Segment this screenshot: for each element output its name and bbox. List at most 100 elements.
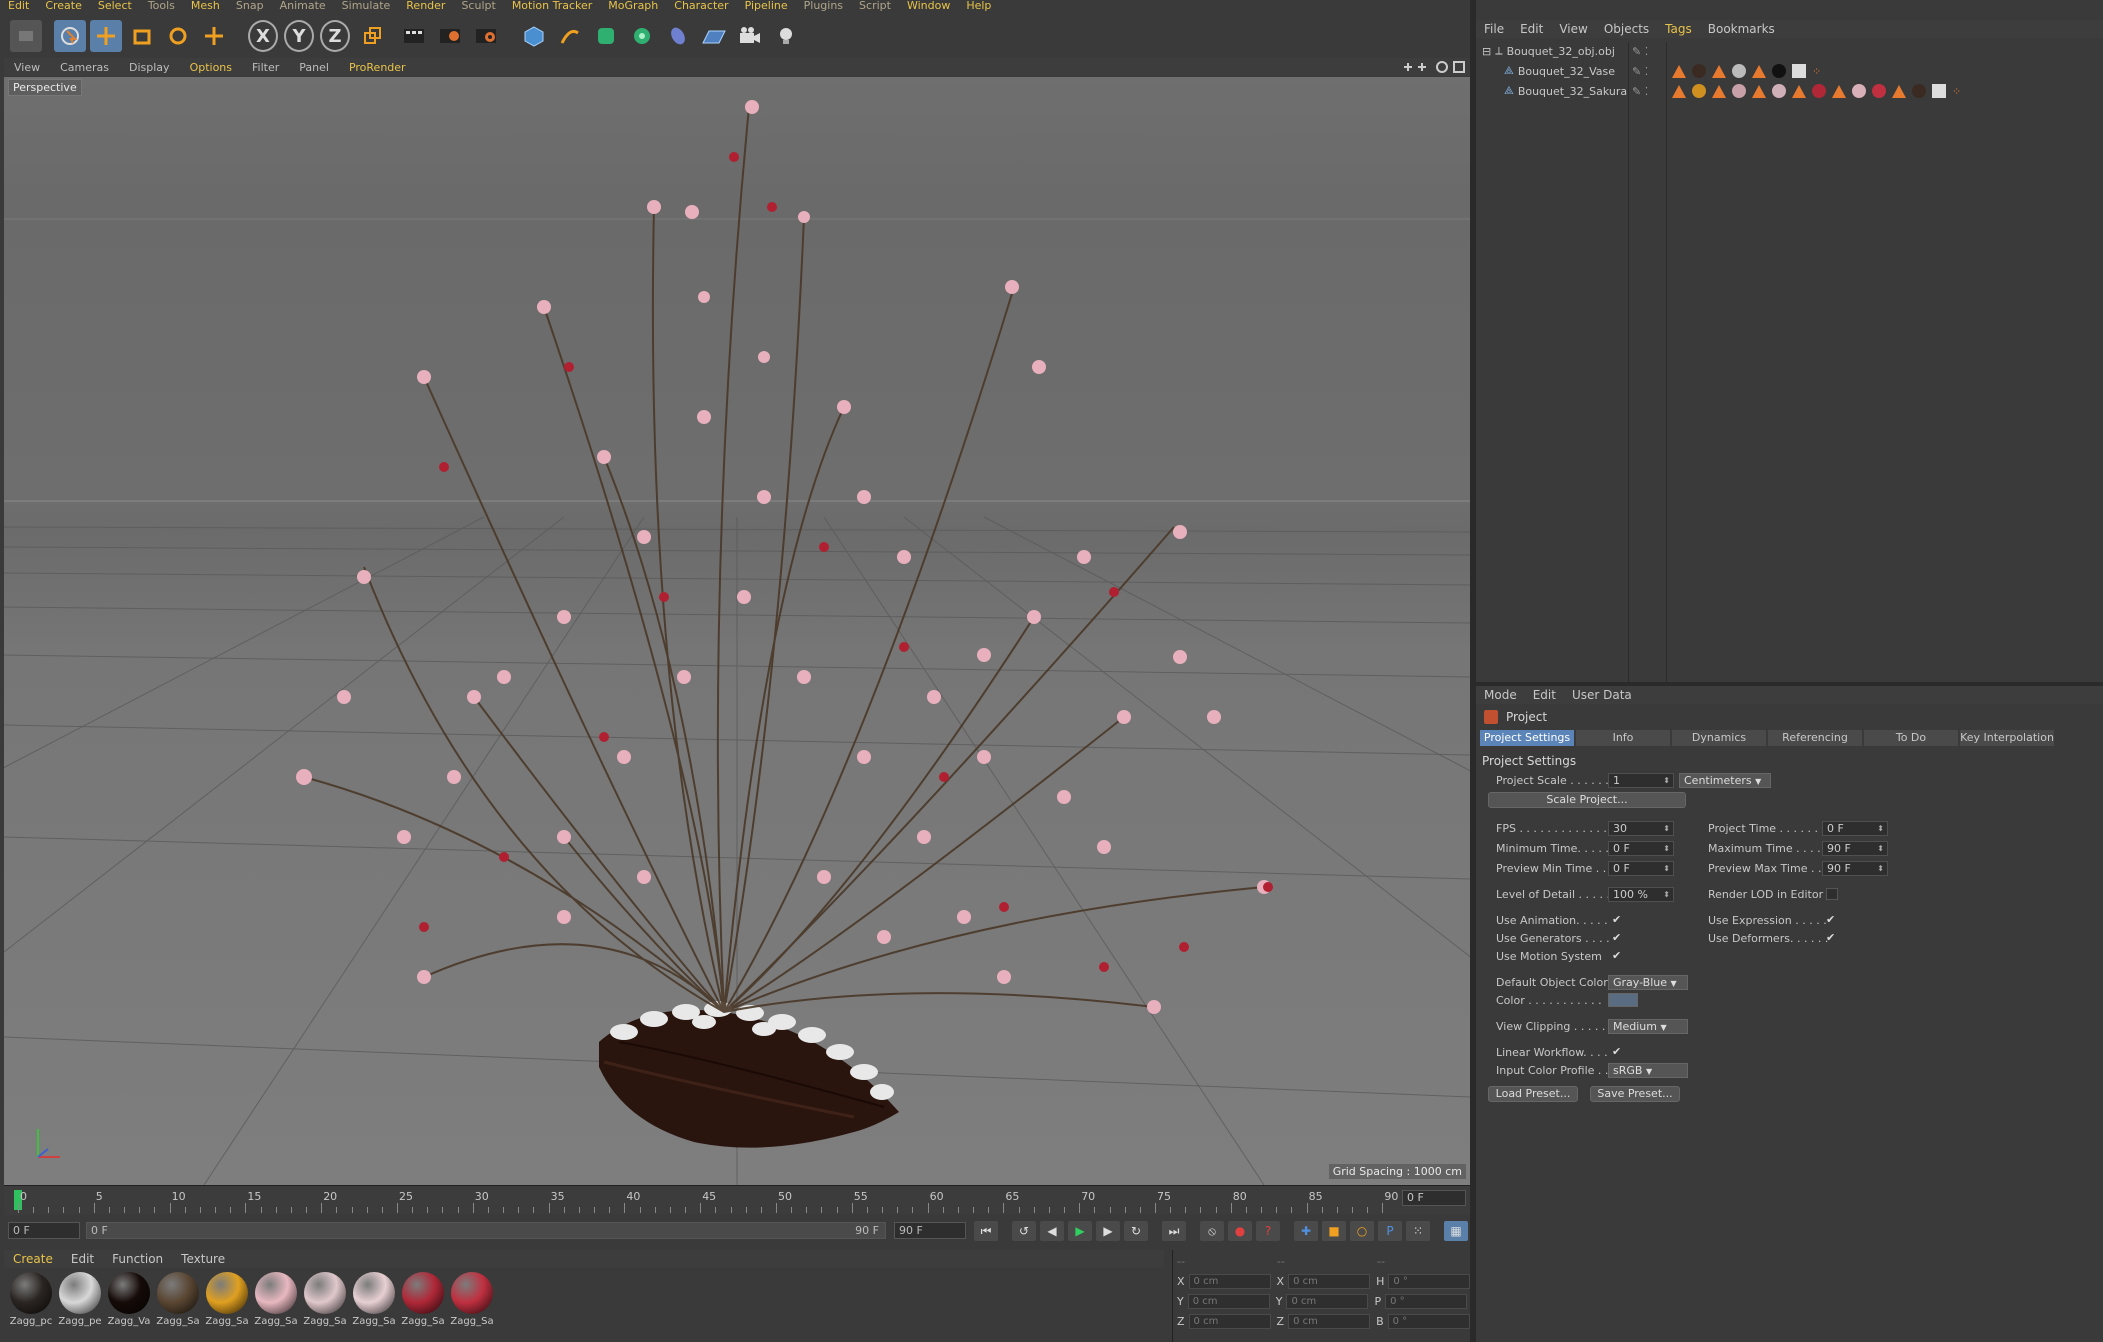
- visibility-toggle-icon[interactable]: ✎ ⁚: [1632, 65, 1648, 78]
- material-thumbnail[interactable]: Zagg_Sa: [302, 1272, 348, 1327]
- perspective-viewport[interactable]: Perspective Grid Spacing : 1000 cm: [4, 77, 1470, 1185]
- render-lod-checkbox[interactable]: [1826, 888, 1838, 900]
- viewport-menu-options[interactable]: Options: [190, 61, 232, 74]
- viewport-menu-prorender[interactable]: ProRender: [349, 61, 406, 74]
- material-thumbnail[interactable]: Zagg_pe: [57, 1272, 103, 1327]
- prev-frame-icon[interactable]: ◀: [1040, 1221, 1064, 1241]
- end-frame-field[interactable]: 90 F: [894, 1222, 966, 1239]
- move-tool-icon[interactable]: [90, 20, 122, 52]
- next-frame-icon[interactable]: ▶: [1096, 1221, 1120, 1241]
- tab-key-interpolation[interactable]: Key Interpolation: [1960, 730, 2054, 746]
- object-row[interactable]: ⟁ Bouquet_32_Sakura ✎ ⁚ ⁘: [1476, 82, 2103, 100]
- menu-mesh[interactable]: Mesh: [191, 0, 220, 12]
- z-axis-lock-button[interactable]: Z: [320, 20, 350, 52]
- viewport-menu-panel[interactable]: Panel: [299, 61, 329, 74]
- go-to-start-icon[interactable]: ⏮: [974, 1221, 998, 1241]
- current-frame-field[interactable]: 0 F: [1402, 1190, 1466, 1206]
- material-menu-create[interactable]: Create: [13, 1252, 53, 1266]
- menu-plugins[interactable]: Plugins: [804, 0, 843, 12]
- menu-create[interactable]: Create: [45, 0, 82, 12]
- project-time-field[interactable]: 0 F ⬍: [1822, 821, 1888, 836]
- material-thumbnail[interactable]: Zagg_Sa: [204, 1272, 250, 1327]
- om-menu-tags[interactable]: Tags: [1665, 22, 1692, 36]
- light-icon[interactable]: [770, 20, 802, 52]
- coord-rot-p-field[interactable]: 0 °: [1385, 1293, 1468, 1309]
- material-menu-texture[interactable]: Texture: [181, 1252, 225, 1266]
- record-keys-icon[interactable]: ⦸: [1200, 1221, 1224, 1241]
- tab-dynamics[interactable]: Dynamics: [1672, 730, 1766, 746]
- start-frame-field[interactable]: 0 F: [8, 1222, 80, 1239]
- tab-info[interactable]: Info: [1576, 730, 1670, 746]
- visibility-toggle-icon[interactable]: ✎ ⁚: [1632, 85, 1648, 98]
- object-row[interactable]: ⊟ ⟂ Bouquet_32_obj.obj ✎ ⁚: [1476, 42, 2103, 60]
- material-thumbnail[interactable]: Zagg_Sa: [253, 1272, 299, 1327]
- render-settings-icon[interactable]: [470, 20, 502, 52]
- scale-project-button[interactable]: Scale Project...: [1488, 792, 1686, 808]
- default-object-color-dropdown[interactable]: Gray-Blue ▼: [1608, 975, 1688, 990]
- material-thumbnail[interactable]: Zagg_Va: [106, 1272, 152, 1327]
- menu-animate[interactable]: Animate: [280, 0, 326, 12]
- linear-workflow-checkbox[interactable]: ✔: [1612, 1046, 1624, 1058]
- menu-pipeline[interactable]: Pipeline: [745, 0, 788, 12]
- viewport-menu-display[interactable]: Display: [129, 61, 170, 74]
- live-selection-icon[interactable]: [54, 20, 86, 52]
- menu-script[interactable]: Script: [859, 0, 891, 12]
- material-thumbnail[interactable]: Zagg_Sa: [351, 1272, 397, 1327]
- load-preset-button[interactable]: Load Preset...: [1488, 1086, 1578, 1102]
- scale-tool-icon[interactable]: [126, 20, 158, 52]
- preview-max-field[interactable]: 90 F ⬍: [1822, 861, 1888, 876]
- am-menu-edit[interactable]: Edit: [1533, 688, 1556, 702]
- use-generators-checkbox[interactable]: ✔: [1612, 932, 1624, 944]
- render-view-icon[interactable]: [398, 20, 430, 52]
- menu-motion-tracker[interactable]: Motion Tracker: [512, 0, 592, 12]
- menu-snap[interactable]: Snap: [236, 0, 264, 12]
- spline-pen-icon[interactable]: [554, 20, 586, 52]
- am-menu-user-data[interactable]: User Data: [1572, 688, 1632, 702]
- key-position-icon[interactable]: ✚: [1294, 1221, 1318, 1241]
- coord-pos-y-field[interactable]: 0 cm: [1187, 1293, 1270, 1309]
- fps-field[interactable]: 30 ⬍: [1608, 821, 1674, 836]
- lod-field[interactable]: 100 % ⬍: [1608, 887, 1674, 902]
- play-icon[interactable]: ▶: [1068, 1221, 1092, 1241]
- vase-tags[interactable]: ⁘: [1672, 64, 1821, 78]
- project-scale-field[interactable]: 1 ⬍: [1608, 773, 1674, 788]
- deformer-icon[interactable]: [662, 20, 694, 52]
- cloner-icon[interactable]: [626, 20, 658, 52]
- save-preset-button[interactable]: Save Preset...: [1590, 1086, 1680, 1102]
- subdivision-surface-icon[interactable]: [590, 20, 622, 52]
- coord-size-z-field[interactable]: 0 cm: [1288, 1313, 1371, 1329]
- render-picture-viewer-icon[interactable]: [434, 20, 466, 52]
- y-axis-lock-button[interactable]: Y: [284, 20, 314, 52]
- viewport-menu-cameras[interactable]: Cameras: [60, 61, 109, 74]
- use-expression-checkbox[interactable]: ✔: [1826, 914, 1838, 926]
- coord-pos-z-field[interactable]: 0 cm: [1188, 1313, 1271, 1329]
- viewport-camera-label[interactable]: Perspective: [8, 79, 82, 96]
- collapse-icon[interactable]: ⊟: [1482, 45, 1491, 58]
- coord-size-x-field[interactable]: 0 cm: [1288, 1273, 1371, 1289]
- floor-icon[interactable]: [698, 20, 730, 52]
- tab-to-do[interactable]: To Do: [1864, 730, 1958, 746]
- max-time-field[interactable]: 90 F ⬍: [1822, 841, 1888, 856]
- om-menu-edit[interactable]: Edit: [1520, 22, 1543, 36]
- coord-rot-h-field[interactable]: 0 °: [1388, 1273, 1471, 1289]
- use-deformers-checkbox[interactable]: ✔: [1826, 932, 1838, 944]
- key-point-level-icon[interactable]: ⁙: [1406, 1221, 1430, 1241]
- om-menu-objects[interactable]: Objects: [1604, 22, 1649, 36]
- next-key-icon[interactable]: ↻: [1124, 1221, 1148, 1241]
- visibility-toggle-icon[interactable]: ✎ ⁚: [1632, 45, 1648, 58]
- menu-tools[interactable]: Tools: [148, 0, 175, 12]
- om-menu-file[interactable]: File: [1484, 22, 1504, 36]
- viewport-menu-view[interactable]: View: [14, 61, 40, 74]
- min-time-field[interactable]: 0 F ⬍: [1608, 841, 1674, 856]
- material-menu-function[interactable]: Function: [112, 1252, 163, 1266]
- coord-rot-b-field[interactable]: 0 °: [1387, 1313, 1470, 1329]
- undo-icon[interactable]: [10, 20, 42, 52]
- recent-tool-icon[interactable]: [198, 20, 230, 52]
- coordinate-system-icon[interactable]: [356, 20, 388, 52]
- color-swatch[interactable]: [1608, 993, 1638, 1007]
- coord-size-y-field[interactable]: 0 cm: [1286, 1293, 1369, 1309]
- project-scale-unit-dropdown[interactable]: Centimeters ▼: [1679, 773, 1771, 788]
- om-menu-bookmarks[interactable]: Bookmarks: [1708, 22, 1775, 36]
- use-animation-checkbox[interactable]: ✔: [1612, 914, 1624, 926]
- tab-project-settings[interactable]: Project Settings: [1480, 730, 1574, 746]
